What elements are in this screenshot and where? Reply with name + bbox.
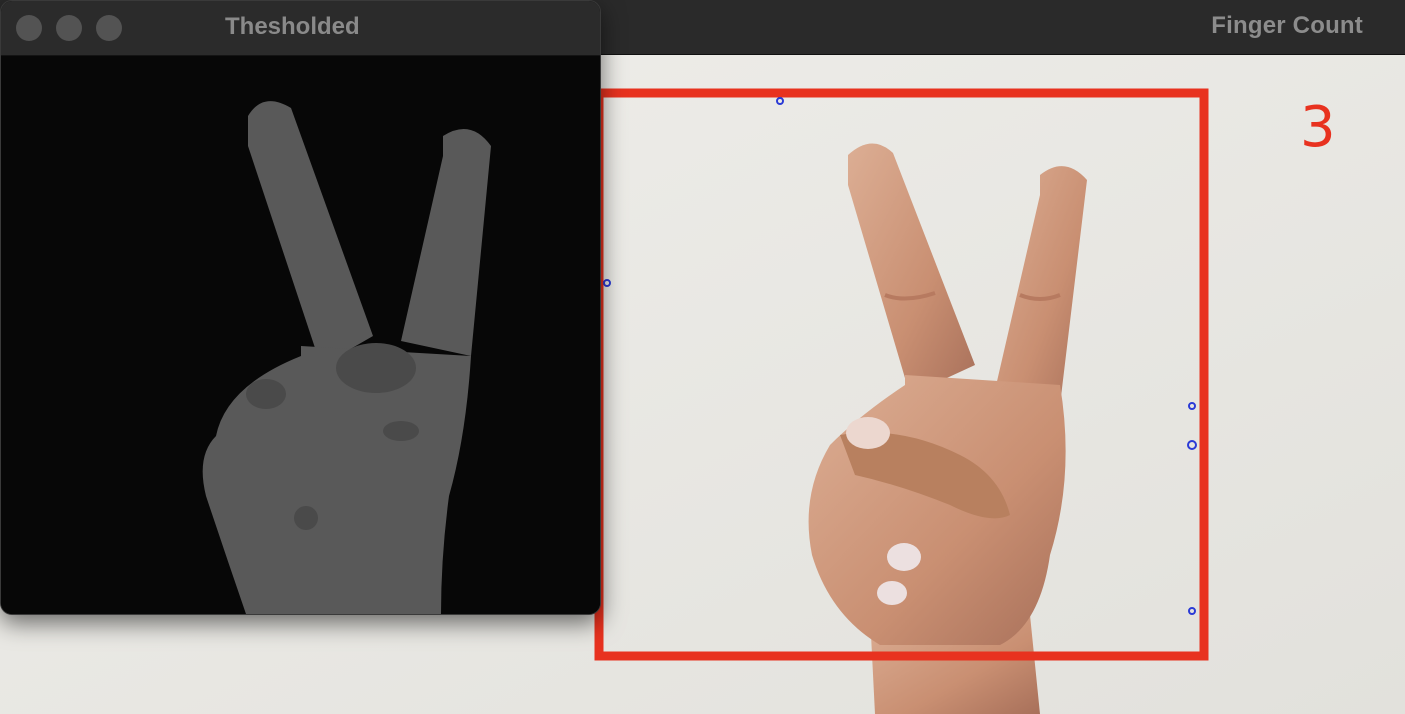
threshold-mask-image xyxy=(1,56,600,614)
close-button[interactable] xyxy=(16,15,42,41)
thresholded-window[interactable]: Thesholded xyxy=(0,0,601,615)
threshold-mask-view xyxy=(1,56,600,614)
maximize-button[interactable] xyxy=(96,15,122,41)
minimize-button[interactable] xyxy=(56,15,82,41)
finger-count-number: 3 xyxy=(1300,95,1336,160)
window-title: Thesholded xyxy=(225,13,360,40)
window-title: Finger Count xyxy=(1211,12,1363,39)
title-bar[interactable]: Thesholded xyxy=(1,1,600,56)
